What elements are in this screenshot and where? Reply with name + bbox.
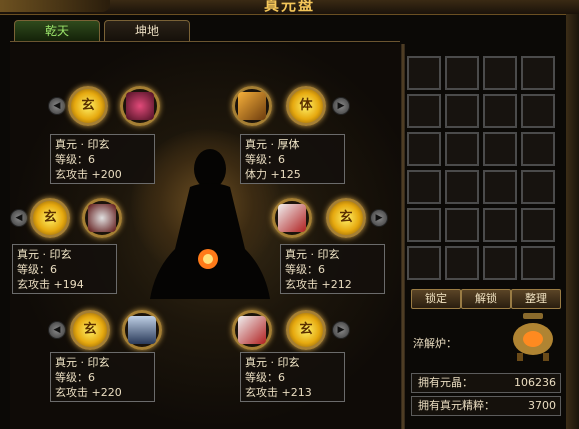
node-6-item-slot[interactable] [232, 310, 272, 350]
tab-qiantian[interactable]: 乾天 [14, 20, 100, 42]
inventory-slot[interactable] [483, 132, 517, 166]
window-title: 真元盘 [263, 0, 315, 14]
gem-amulet-icon [126, 92, 154, 120]
tab-underline [10, 41, 400, 42]
node-6-arrow-icon[interactable]: ▶ [332, 321, 350, 339]
node-2-arrow-icon[interactable]: ▶ [332, 97, 350, 115]
node-6-name: 真元 · 印玄 [245, 356, 300, 369]
node-1-stat: 玄攻击 +200 [55, 168, 122, 181]
inventory-slot[interactable] [445, 170, 479, 204]
node-4-item-slot[interactable] [272, 198, 312, 238]
essence-value: 3700 [528, 399, 556, 412]
bracer-icon [238, 92, 266, 120]
panel-divider [401, 44, 405, 429]
node-6-rune-slot[interactable]: 玄 [286, 310, 326, 350]
inventory-slot[interactable] [521, 170, 555, 204]
node-4-level: 等级：6 [285, 263, 325, 276]
furnace-icon[interactable] [509, 311, 557, 363]
node-2-rune-slot[interactable]: 体 [286, 86, 326, 126]
node-2-item-slot[interactable] [232, 86, 272, 126]
rune-icon: 玄 [81, 98, 95, 113]
inventory-slot[interactable] [483, 208, 517, 242]
inventory-slot[interactable] [445, 94, 479, 128]
node-1-item-slot[interactable] [120, 86, 160, 126]
node-6-level: 等级：6 [245, 371, 285, 384]
belt-icon [238, 316, 266, 344]
inventory-slot[interactable] [407, 170, 441, 204]
window-frame-right [566, 14, 579, 429]
inventory-slot[interactable] [521, 208, 555, 242]
inventory-slot[interactable] [483, 94, 517, 128]
furnace-label: 淬解炉： [413, 337, 457, 350]
ring-icon [88, 204, 116, 232]
inventory-slot[interactable] [521, 94, 555, 128]
node-4-stat: 玄攻击 +212 [285, 278, 352, 291]
inventory-slot[interactable] [483, 246, 517, 280]
inventory-slot[interactable] [445, 208, 479, 242]
node-3-item-slot[interactable] [82, 198, 122, 238]
inventory-slot[interactable] [407, 56, 441, 90]
node-1-name: 真元 · 印玄 [55, 138, 110, 151]
rune-icon: 玄 [339, 210, 353, 225]
inventory-slot[interactable] [445, 56, 479, 90]
inventory-slot[interactable] [407, 246, 441, 280]
crystal-value: 106236 [514, 376, 556, 389]
node-5-arrow-icon[interactable]: ◀ [48, 321, 66, 339]
node-5-item-slot[interactable] [122, 310, 162, 350]
essence-count: 拥有真元精粹： 3700 [411, 396, 561, 416]
node-5-info: 真元 · 印玄 等级：6 玄攻击 +220 [50, 352, 155, 402]
sort-button[interactable]: 整理 [511, 289, 561, 309]
node-6-info: 真元 · 印玄 等级：6 玄攻击 +213 [240, 352, 345, 402]
inventory-slot[interactable] [445, 246, 479, 280]
inventory-slot[interactable] [521, 246, 555, 280]
inventory-slot[interactable] [521, 132, 555, 166]
node-2-name: 真元 · 厚体 [245, 138, 300, 151]
node-4-rune-slot[interactable]: 玄 [326, 198, 366, 238]
rune-icon: 玄 [83, 322, 97, 337]
inventory-slot[interactable] [407, 208, 441, 242]
node-5-name: 真元 · 印玄 [55, 356, 110, 369]
rune-icon: 玄 [43, 210, 57, 225]
crystal-count: 拥有元晶： 106236 [411, 373, 561, 393]
tab-kundi[interactable]: 坤地 [104, 20, 190, 42]
node-3-level: 等级：6 [17, 263, 57, 276]
node-3-info: 真元 · 印玄 等级：6 玄攻击 +194 [12, 244, 117, 294]
lock-button[interactable]: 锁定 [411, 289, 461, 309]
inventory-slot[interactable] [483, 56, 517, 90]
node-3-arrow-icon[interactable]: ◀ [10, 209, 28, 227]
inventory-slot[interactable] [445, 132, 479, 166]
inventory-slot[interactable] [521, 56, 555, 90]
crystal-label: 拥有元晶： [418, 376, 473, 389]
unlock-button[interactable]: 解锁 [461, 289, 511, 309]
node-1-rune-slot[interactable]: 玄 [68, 86, 108, 126]
node-1-level: 等级：6 [55, 153, 95, 166]
node-1-info: 真元 · 印玄 等级：6 玄攻击 +200 [50, 134, 155, 184]
inventory-slot[interactable] [407, 94, 441, 128]
inventory-slot[interactable] [407, 132, 441, 166]
node-4-info: 真元 · 印玄 等级：6 玄攻击 +212 [280, 244, 385, 294]
title-bar: 真元盘 [0, 0, 579, 15]
node-3-rune-slot[interactable]: 玄 [30, 198, 70, 238]
node-1-arrow-icon[interactable]: ◀ [48, 97, 66, 115]
node-5-stat: 玄攻击 +220 [55, 386, 122, 399]
bracelet-icon [128, 316, 156, 344]
node-4-name: 真元 · 印玄 [285, 248, 340, 261]
node-4-arrow-icon[interactable]: ▶ [370, 209, 388, 227]
node-3-stat: 玄攻击 +194 [17, 278, 84, 291]
node-2-info: 真元 · 厚体 等级：6 体力 +125 [240, 134, 345, 184]
node-3-name: 真元 · 印玄 [17, 248, 72, 261]
node-2-level: 等级：6 [245, 153, 285, 166]
belt-icon [278, 204, 306, 232]
essence-label: 拥有真元精粹： [418, 399, 495, 412]
meridian-stage: ◀ 玄 真元 · 印玄 等级：6 玄攻击 +200 体 ▶ 真元 · 厚体 等级… [10, 44, 402, 429]
node-5-level: 等级：6 [55, 371, 95, 384]
node-2-stat: 体力 +125 [245, 168, 301, 181]
rune-icon: 玄 [299, 322, 313, 337]
node-6-stat: 玄攻击 +213 [245, 386, 312, 399]
rune-icon: 体 [299, 98, 313, 113]
node-5-rune-slot[interactable]: 玄 [70, 310, 110, 350]
inventory-slot[interactable] [483, 170, 517, 204]
